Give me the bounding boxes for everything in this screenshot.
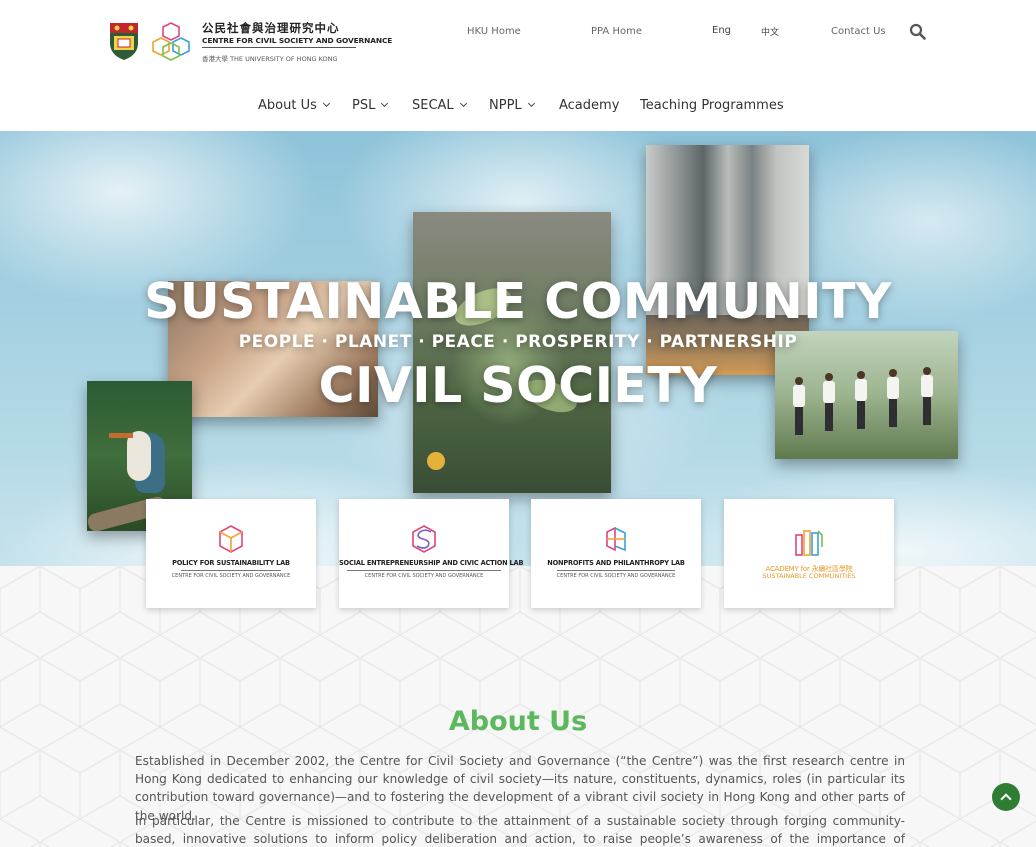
psl-cube-icon — [219, 525, 243, 553]
lab-card-nppl[interactable]: NONPROFITS AND PHILANTHROPY LAB CENTRE F… — [531, 499, 701, 608]
nav-teaching-programmes[interactable]: Teaching Programmes — [640, 98, 784, 113]
nav-about-us[interactable]: About Us — [258, 98, 330, 113]
lab-name: NONPROFITS AND PHILANTHROPY LAB — [547, 559, 685, 567]
chevron-down-icon — [381, 99, 389, 108]
academy-subtitle: SUSTAINABLE COMMUNITIES — [762, 572, 856, 580]
hero-tagline: PEOPLE · PLANET · PEACE · PROSPERITY · P… — [238, 332, 798, 352]
logo-university: 香港大學 THE UNIVERSITY OF HONG KONG — [202, 55, 338, 63]
nav-secal[interactable]: SECAL — [412, 98, 467, 113]
lang-chinese-link[interactable]: 中文 — [761, 25, 779, 38]
lab-subtitle: CENTRE FOR CIVIL SOCIETY AND GOVERNANCE — [556, 573, 676, 579]
chevron-up-icon — [1000, 793, 1012, 805]
site-logo[interactable]: 公民社會與治理研究中心 CENTRE FOR CIVIL SOCIETY AND… — [108, 20, 392, 64]
ppa-home-link[interactable]: PPA Home — [591, 26, 642, 37]
nav-teaching-label: Teaching Programmes — [640, 98, 784, 113]
ccsg-cube-icon — [152, 22, 190, 61]
nav-academy[interactable]: Academy — [559, 98, 619, 113]
hero-photo-plant — [413, 212, 611, 493]
hero-title-sustainable-community: SUSTAINABLE COMMUNITY — [144, 273, 892, 330]
chevron-down-icon — [527, 99, 535, 108]
nav-secal-label: SECAL — [412, 98, 454, 113]
nav-nppl-label: NPPL — [489, 98, 522, 113]
contact-us-link[interactable]: Contact Us — [831, 26, 886, 37]
lang-eng-link[interactable]: Eng — [712, 25, 731, 36]
lab-divider — [557, 570, 675, 571]
academy-books-icon — [795, 530, 823, 556]
lab-divider — [347, 570, 501, 571]
hku-home-link[interactable]: HKU Home — [467, 26, 521, 37]
secal-cube-icon — [412, 525, 436, 553]
chevron-down-icon — [322, 99, 330, 108]
lab-name: SOCIAL ENTREPRENEURSHIP AND CIVIC ACTION… — [339, 559, 524, 567]
hku-crest-icon — [110, 23, 138, 60]
lab-name: POLICY FOR SUSTAINABILITY LAB — [172, 559, 290, 567]
lab-divider — [181, 570, 281, 571]
lab-card-psl[interactable]: POLICY FOR SUSTAINABILITY LAB CENTRE FOR… — [146, 499, 316, 608]
nav-psl[interactable]: PSL — [352, 98, 389, 113]
lab-subtitle: CENTRE FOR CIVIL SOCIETY AND GOVERNANCE — [171, 573, 291, 579]
logo-divider — [202, 47, 356, 48]
lab-card-academy[interactable]: ACADEMY for 永續社區學院 SUSTAINABLE COMMUNITI… — [724, 499, 894, 608]
search-icon[interactable] — [909, 23, 926, 40]
nav-academy-label: Academy — [559, 98, 620, 113]
hero-title-civil-society: CIVIL SOCIETY — [318, 357, 718, 414]
chevron-down-icon — [459, 99, 467, 108]
site-header: 公民社會與治理研究中心 CENTRE FOR CIVIL SOCIETY AND… — [0, 0, 1036, 131]
nav-nppl[interactable]: NPPL — [489, 98, 535, 113]
about-paragraph-2: In particular, the Centre is missioned t… — [135, 814, 905, 847]
nav-psl-label: PSL — [352, 98, 376, 113]
lab-subtitle: CENTRE FOR CIVIL SOCIETY AND GOVERNANCE — [364, 573, 484, 579]
back-to-top-button[interactable] — [992, 783, 1020, 811]
about-us-heading: About Us — [448, 706, 588, 737]
nav-about-us-label: About Us — [258, 98, 317, 113]
nppl-cube-icon — [606, 526, 626, 552]
logo-name-chinese: 公民社會與治理研究中心 — [202, 21, 340, 35]
lab-card-secal[interactable]: SOCIAL ENTREPRENEURSHIP AND CIVIC ACTION… — [339, 499, 524, 608]
logo-name-english: CENTRE FOR CIVIL SOCIETY AND GOVERNANCE — [202, 36, 393, 45]
